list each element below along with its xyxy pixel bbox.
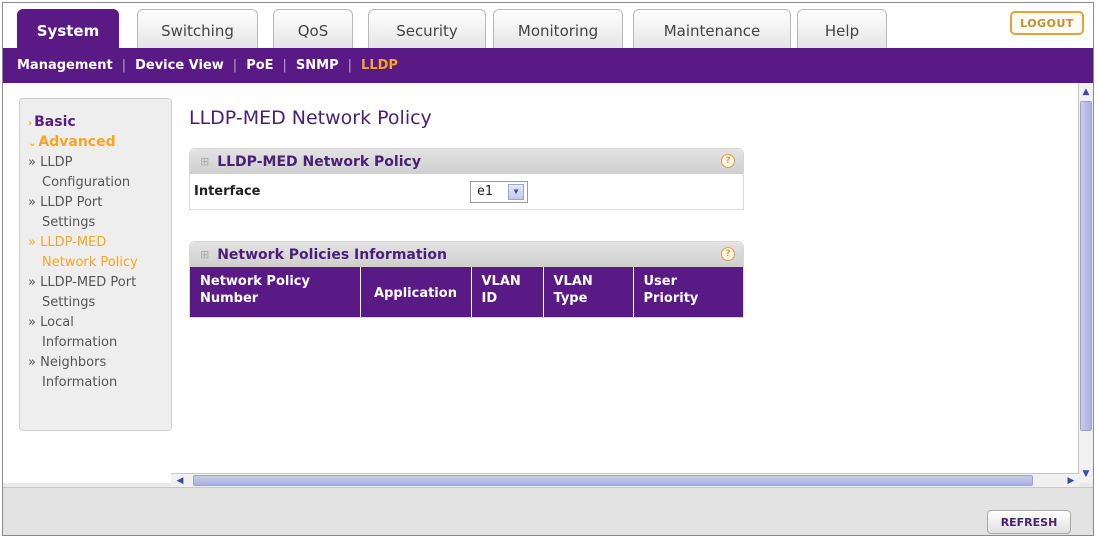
bullet-icon: »	[28, 355, 36, 370]
vertical-scrollbar[interactable]: ▲ ▼	[1078, 83, 1093, 483]
menu-item-label: LLDP Port	[40, 195, 103, 210]
menu-item-label-cont: Settings	[42, 295, 96, 310]
network-policies-table: Network Policy Number Application VLAN ID …	[190, 267, 743, 317]
menu-item-label-cont: Configuration	[42, 175, 131, 190]
menu-advanced[interactable]: ⌄ Advanced	[28, 133, 171, 153]
column-header-vlan-id[interactable]: VLAN ID	[471, 267, 544, 317]
column-header-line: Type	[553, 291, 588, 306]
column-header-line: VLAN	[553, 274, 593, 289]
menu-item-label: LLDP	[40, 155, 73, 170]
panel-header: ⊞ LLDP-MED Network Policy ?	[190, 149, 743, 174]
column-header-line: Number	[200, 291, 259, 306]
column-header-line: User	[643, 274, 678, 289]
help-icon[interactable]: ?	[721, 154, 735, 168]
interface-select[interactable]: e1 ▼	[470, 180, 528, 203]
column-header-line: Priority	[643, 291, 699, 306]
bullet-icon: »	[28, 195, 36, 210]
menu-advanced-label: Advanced	[38, 134, 116, 150]
menu-item-label: LLDP-MED	[40, 235, 107, 250]
interface-row: Interface e1 ▼	[190, 174, 743, 209]
menu-item-lldp-med-network-policy[interactable]: » LLDP-MED Network Policy	[28, 233, 171, 273]
column-header-network-policy-number[interactable]: Network Policy Number	[190, 267, 361, 317]
menu-item-label-cont: Settings	[42, 215, 96, 230]
footer-bar: REFRESH	[3, 487, 1093, 535]
panel-title: LLDP-MED Network Policy	[217, 153, 421, 170]
interface-select-value: e1	[477, 184, 493, 199]
collapse-icon[interactable]: ⊞	[200, 155, 209, 168]
scroll-down-icon[interactable]: ▼	[1079, 467, 1093, 481]
subnav-separator: |	[232, 58, 238, 73]
refresh-button[interactable]: REFRESH	[987, 510, 1071, 534]
logout-button[interactable]: LOGOUT	[1010, 11, 1084, 35]
panel-title: Network Policies Information	[217, 246, 447, 263]
column-header-line: ID	[481, 291, 498, 306]
chevron-right-icon: ›	[28, 118, 33, 129]
column-header-vlan-type[interactable]: VLAN Type	[543, 267, 634, 317]
network-policy-panel: ⊞ LLDP-MED Network Policy ? Interface e1…	[189, 148, 744, 210]
subnav-management[interactable]: Management	[17, 58, 113, 73]
tab-help[interactable]: Help	[797, 9, 887, 49]
app-window: System Switching QoS Security Monitoring…	[2, 2, 1094, 536]
column-header-line: Application	[374, 285, 457, 301]
help-icon[interactable]: ?	[721, 247, 735, 261]
chevron-down-icon: ⌄	[28, 138, 37, 149]
menu-basic-label: Basic	[34, 114, 76, 130]
sub-navigation: Management | Device View | PoE | SNMP | …	[3, 48, 1093, 83]
scroll-left-icon[interactable]: ◀	[173, 474, 187, 487]
horizontal-scroll-thumb[interactable]	[193, 475, 1033, 486]
menu-item-label: LLDP-MED Port	[40, 275, 137, 290]
tab-switching[interactable]: Switching	[137, 9, 258, 49]
subnav-poe[interactable]: PoE	[246, 58, 273, 73]
page-title: LLDP-MED Network Policy	[189, 107, 432, 129]
tab-security[interactable]: Security	[368, 9, 486, 49]
horizontal-scrollbar[interactable]: ◀ ▶	[171, 473, 1080, 487]
side-menu: › Basic ⌄ Advanced » LLDP Configuration » …	[19, 98, 172, 431]
menu-item-lldp-med-port-settings[interactable]: » LLDP-MED Port Settings	[28, 273, 171, 313]
menu-item-local-information[interactable]: » Local Information	[28, 313, 171, 353]
scroll-right-icon[interactable]: ▶	[1064, 474, 1078, 487]
network-policies-information-panel: ⊞ Network Policies Information ? Network…	[189, 241, 744, 318]
collapse-icon[interactable]: ⊞	[200, 248, 209, 261]
menu-item-label: Local	[40, 315, 74, 330]
column-header-user-priority[interactable]: User Priority	[633, 267, 743, 317]
tab-maintenance[interactable]: Maintenance	[633, 9, 791, 49]
column-header-application[interactable]: Application	[360, 267, 472, 317]
column-header-line: Network Policy	[200, 274, 310, 289]
table-header-row: Network Policy Number Application VLAN ID …	[190, 267, 743, 317]
tab-qos[interactable]: QoS	[273, 9, 353, 49]
subnav-separator: |	[347, 58, 353, 73]
scroll-up-icon[interactable]: ▲	[1079, 85, 1093, 99]
menu-item-neighbors-information[interactable]: » Neighbors Information	[28, 353, 171, 393]
bullet-icon: »	[28, 315, 36, 330]
subnav-separator: |	[282, 58, 287, 73]
subnav-lldp[interactable]: LLDP	[361, 58, 398, 73]
tab-monitoring[interactable]: Monitoring	[493, 9, 623, 49]
interface-label: Interface	[194, 184, 261, 199]
subnav-snmp[interactable]: SNMP	[296, 58, 339, 73]
subnav-device-view[interactable]: Device View	[135, 58, 224, 73]
panel-header: ⊞ Network Policies Information ?	[190, 242, 743, 267]
tab-system[interactable]: System	[17, 9, 119, 49]
chevron-down-icon[interactable]: ▼	[508, 183, 524, 200]
menu-basic[interactable]: › Basic	[28, 113, 171, 133]
menu-item-label-cont: Network Policy	[42, 255, 138, 270]
menu-item-label: Neighbors	[40, 355, 107, 370]
menu-item-lldp-configuration[interactable]: » LLDP Configuration	[28, 153, 171, 193]
subnav-separator: |	[121, 58, 127, 73]
bullet-icon: »	[28, 275, 36, 290]
menu-item-lldp-port-settings[interactable]: » LLDP Port Settings	[28, 193, 171, 233]
column-header-line: VLAN	[481, 274, 521, 289]
bullet-icon: »	[28, 235, 36, 250]
bullet-icon: »	[28, 155, 36, 170]
vertical-scroll-thumb[interactable]	[1080, 101, 1092, 431]
main-tab-bar: System Switching QoS Security Monitoring…	[3, 3, 1093, 49]
menu-item-label-cont: Information	[42, 375, 118, 390]
menu-item-label-cont: Information	[42, 335, 118, 350]
